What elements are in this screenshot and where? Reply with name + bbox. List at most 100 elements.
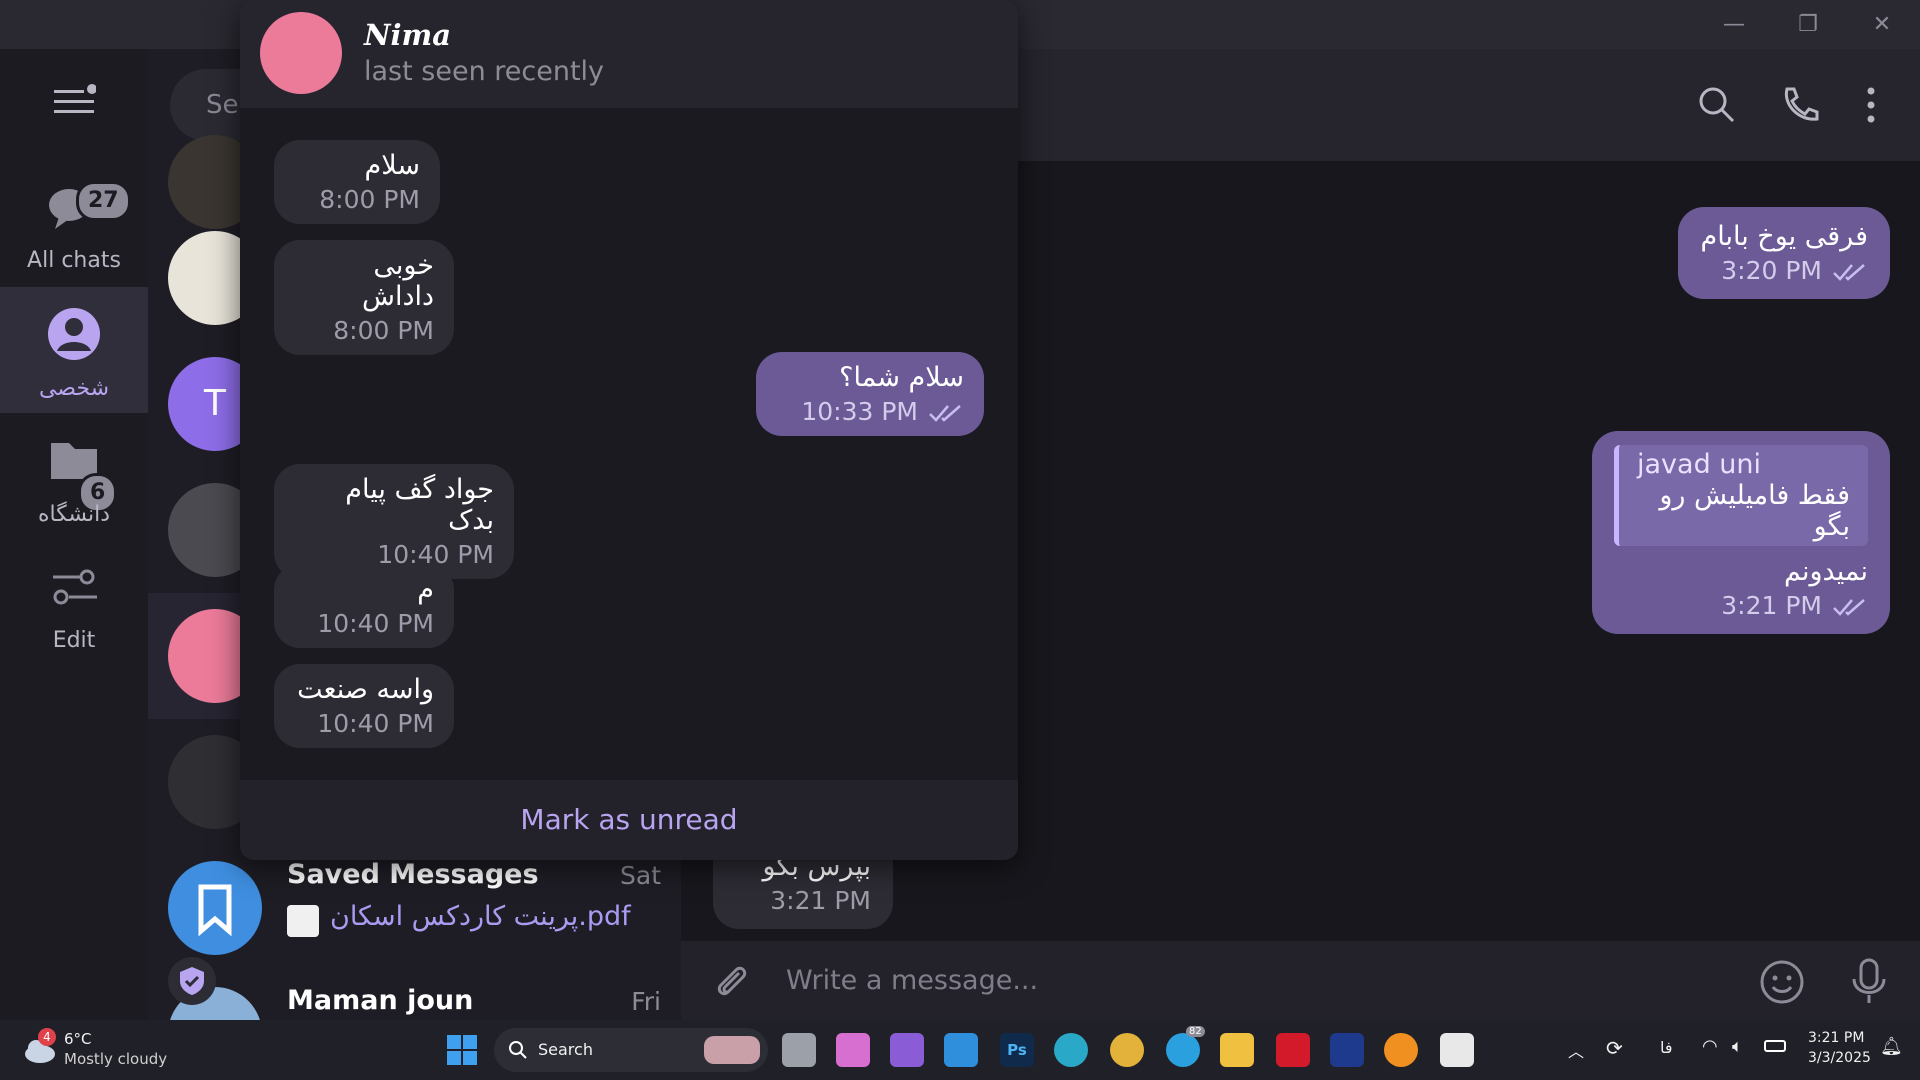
folder-label: All chats — [27, 248, 121, 273]
message-bubble[interactable]: جواد گف پیام بدک 10:40 PM — [274, 464, 514, 579]
taskbar: 4 6°C Mostly cloudy Search Ps 82 ︿ ⟳ فا … — [0, 1020, 1920, 1080]
folder-personal[interactable]: شخصی — [0, 287, 148, 413]
attach-icon[interactable] — [711, 961, 751, 1001]
sync-icon[interactable]: ⟳ — [1606, 1036, 1623, 1060]
message-text: واسه صنعت — [297, 674, 434, 705]
volume-icon[interactable]: 🔈︎ — [1732, 1036, 1743, 1057]
person-icon — [48, 308, 100, 360]
folder-university[interactable]: 6 دانشگاه — [0, 413, 148, 539]
message-time: 3:21 PM — [770, 886, 871, 915]
message-bubble[interactable]: خوبی داداش 8:00 PM — [274, 240, 454, 355]
message-text: خوبی داداش — [361, 250, 434, 312]
message-time: 3:20 PM — [1721, 256, 1822, 285]
message-input[interactable]: Write a message... — [786, 941, 1038, 1020]
app-icon[interactable] — [1276, 1033, 1310, 1067]
message-time: 3:21 PM — [1721, 591, 1822, 620]
reply-text: فقط فامیلیش رو بگو — [1659, 480, 1850, 542]
composer: Write a message... — [681, 941, 1920, 1020]
message-bubble[interactable]: سلام شما؟ 10:33 PM — [756, 352, 984, 436]
chat-row-saved-messages[interactable]: Saved Messages Sat پرینت کاردکس اسکان.pd… — [148, 845, 681, 971]
restore-button[interactable]: ❐ — [1790, 10, 1826, 40]
weather-temp: 6°C — [64, 1030, 92, 1048]
message-bubble[interactable]: javad uni فقط فامیلیش رو بگو نمیدونم 3:2… — [1592, 431, 1890, 634]
popup-messages: سلام 8:00 PM خوبی داداش 8:00 PM سلام شما… — [240, 108, 1018, 780]
reply-author: javad uni — [1637, 449, 1762, 480]
microphone-icon[interactable] — [1849, 957, 1889, 1005]
folder-label: Edit — [52, 628, 96, 653]
edge-icon[interactable] — [1054, 1033, 1088, 1067]
weather-desc: Mostly cloudy — [64, 1050, 168, 1068]
more-icon[interactable] — [1861, 85, 1881, 125]
chat-time: Sat — [620, 861, 661, 890]
file-icon — [287, 905, 319, 937]
shield-icon[interactable] — [168, 957, 216, 1005]
menu-icon[interactable] — [52, 84, 97, 122]
message-bubble[interactable]: م 10:40 PM — [274, 564, 454, 648]
message-time: 10:40 PM — [317, 609, 434, 638]
mark-as-unread-button[interactable]: Mark as unread — [240, 780, 1018, 860]
message-bubble[interactable]: واسه صنعت 10:40 PM — [274, 664, 454, 748]
chat-preview-popup: 𝑵𝒊𝒎𝒂 last seen recently سلام 8:00 PM خوب… — [240, 0, 1018, 860]
app-icon[interactable] — [1384, 1033, 1418, 1067]
visual-studio-icon[interactable] — [890, 1033, 924, 1067]
message-text: م — [417, 574, 434, 605]
folder-all-chats[interactable]: 27 All chats — [0, 159, 148, 285]
double-check-icon — [1833, 264, 1865, 281]
taskbar-search[interactable]: Search — [494, 1028, 768, 1072]
chat-title: Saved Messages — [287, 859, 539, 890]
language-indicator[interactable]: فا — [1660, 1038, 1673, 1057]
folder-label: دانشگاه — [37, 502, 111, 527]
all-chats-badge: 27 — [76, 181, 131, 221]
photoshop-icon[interactable]: Ps — [1000, 1033, 1034, 1067]
double-check-icon — [929, 405, 961, 422]
message-time: 8:00 PM — [319, 185, 420, 214]
file-explorer-icon[interactable] — [1220, 1033, 1254, 1067]
message-text: جواد گف پیام بدک — [345, 474, 494, 536]
bookmark-icon — [198, 884, 232, 937]
wifi-icon[interactable]: ◠ — [1702, 1036, 1718, 1057]
message-text: سلام — [364, 150, 420, 181]
popup-header: 𝑵𝒊𝒎𝒂 last seen recently — [240, 0, 1018, 108]
message-bubble[interactable]: فرقی یوخ بابام 3:20 PM — [1678, 207, 1890, 299]
search-icon[interactable] — [1697, 85, 1737, 125]
task-view-icon[interactable] — [782, 1033, 816, 1067]
message-time: 8:00 PM — [333, 316, 434, 345]
chrome-icon[interactable] — [1110, 1033, 1144, 1067]
close-button[interactable]: ✕ — [1864, 10, 1900, 40]
avatar — [168, 861, 262, 955]
chevron-up-icon[interactable]: ︿ — [1568, 1038, 1584, 1062]
message-text: فرقی یوخ بابام — [1700, 221, 1868, 252]
phone-icon[interactable] — [1779, 85, 1819, 125]
clock-date[interactable]: 3/3/2025 — [1808, 1050, 1871, 1066]
clock-time[interactable]: 3:21 PM — [1808, 1030, 1864, 1046]
chat-row-maman[interactable]: Maman joun Fri — [148, 971, 681, 1020]
message-text: سلام شما؟ — [839, 362, 964, 393]
vscode-icon[interactable] — [944, 1033, 978, 1067]
emoji-icon[interactable] — [1759, 959, 1805, 1005]
java-icon[interactable] — [1440, 1033, 1474, 1067]
reply-quote[interactable]: javad uni فقط فامیلیش رو بگو — [1614, 445, 1868, 546]
search-icon — [509, 1041, 527, 1059]
chat-title: Maman joun — [287, 985, 474, 1016]
chat-preview: پرینت کاردکس اسکان.pdf — [330, 901, 631, 932]
search-highlight-icon — [704, 1036, 760, 1064]
folder-rail: 27 All chats شخصی 6 دانشگاه Edit — [0, 49, 148, 1020]
message-text: نمیدونم — [1784, 556, 1868, 587]
folder-edit[interactable]: Edit — [0, 539, 148, 665]
sliders-icon — [53, 569, 97, 605]
message-time: 10:40 PM — [317, 709, 434, 738]
weather-badge: 4 — [38, 1028, 56, 1046]
chat-time: Fri — [631, 987, 661, 1016]
minimize-button[interactable]: — — [1716, 10, 1752, 40]
notifications-icon[interactable]: 🔔︎ — [1880, 1036, 1903, 1057]
copilot-icon[interactable] — [836, 1033, 870, 1067]
folder-label: شخصی — [38, 376, 110, 401]
message-bubble[interactable]: سلام 8:00 PM — [274, 140, 440, 224]
battery-icon[interactable] — [1764, 1040, 1786, 1052]
telegram-badge: 82 — [1186, 1026, 1205, 1037]
telegram-icon[interactable] — [1166, 1033, 1200, 1067]
double-check-icon — [1833, 599, 1865, 616]
windows-start-icon[interactable] — [446, 1034, 478, 1066]
message-time: 10:33 PM — [801, 397, 918, 426]
jetbrains-icon[interactable] — [1330, 1033, 1364, 1067]
